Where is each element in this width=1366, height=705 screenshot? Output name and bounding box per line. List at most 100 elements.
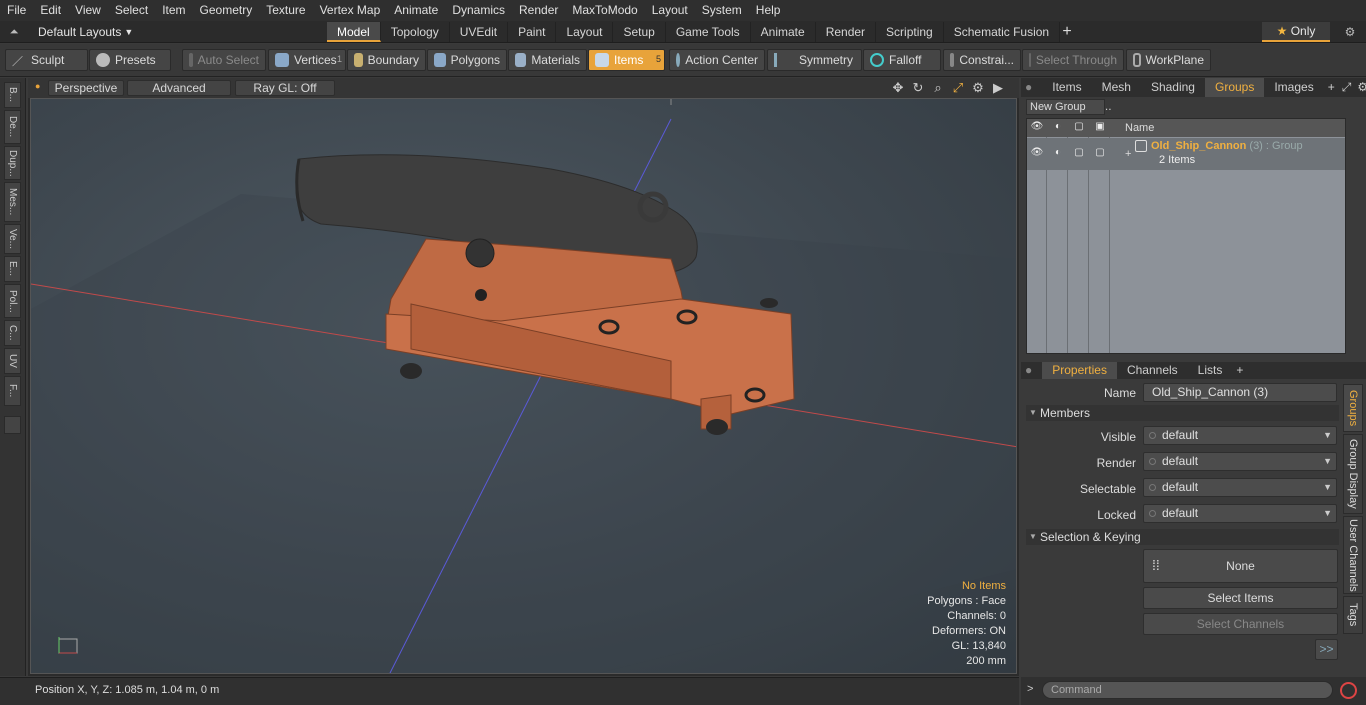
left-tab-mesh[interactable]: Mes... — [4, 182, 21, 222]
presets-button[interactable]: Presets — [89, 49, 171, 71]
selectable-dropdown[interactable]: default ▼ — [1143, 478, 1337, 497]
menu-select[interactable]: Select — [108, 0, 155, 21]
tab-items[interactable]: Items — [1042, 78, 1091, 97]
menu-render[interactable]: Render — [512, 0, 565, 21]
keying-none-button[interactable]: ⁞⁞ None — [1143, 549, 1338, 583]
left-tab-curve[interactable]: C... — [4, 320, 21, 346]
falloff-button[interactable]: Falloff — [863, 49, 941, 71]
tab-model[interactable]: Model — [327, 22, 381, 42]
select-through-button[interactable]: Select Through — [1022, 49, 1124, 71]
selection-keying-section[interactable]: Selection & Keying — [1026, 529, 1339, 545]
properties-menu-icon[interactable]: ● — [1021, 362, 1042, 379]
left-tab-uv[interactable]: UV — [4, 348, 21, 374]
panel-menu-icon[interactable]: ● — [1021, 78, 1042, 97]
side-tab-tags[interactable]: Tags — [1343, 596, 1363, 634]
menu-system[interactable]: System — [695, 0, 749, 21]
visibility-toggle-icon[interactable]: 👁 — [1030, 147, 1044, 161]
menu-file[interactable]: File — [0, 0, 33, 21]
panel-gear-icon[interactable]: ⚙ — [1354, 78, 1366, 97]
rotate-view-icon[interactable]: ↻ — [911, 80, 925, 96]
select-toggle-icon[interactable]: ▢ — [1093, 147, 1107, 161]
tab-mesh[interactable]: Mesh ... — [1092, 78, 1141, 113]
menu-texture[interactable]: Texture — [259, 0, 312, 21]
only-button[interactable]: ★ Only — [1262, 22, 1330, 42]
tab-schematic-fusion[interactable]: Schematic Fusion — [944, 22, 1061, 42]
menu-geometry[interactable]: Geometry — [193, 0, 260, 21]
tab-paint[interactable]: Paint — [508, 22, 557, 42]
record-icon[interactable] — [1340, 682, 1357, 699]
viewport-gear-icon[interactable]: ⚙ — [971, 80, 985, 96]
polygons-button[interactable]: Polygons — [427, 49, 507, 71]
menu-view[interactable]: View — [68, 0, 108, 21]
lock-icon[interactable]: ▢ — [1072, 121, 1086, 135]
menu-vertex-map[interactable]: Vertex Map — [313, 0, 388, 21]
symmetry-button[interactable]: Symmetry — [767, 49, 862, 71]
left-tab-polygon[interactable]: Pol... — [4, 284, 21, 318]
tab-game-tools[interactable]: Game Tools — [666, 22, 751, 42]
eye-icon[interactable]: 👁 — [1030, 121, 1044, 135]
render-toggle-icon[interactable]: ◐ — [1051, 147, 1065, 161]
render-dropdown[interactable]: default ▼ — [1143, 452, 1337, 471]
side-tab-group-display[interactable]: Group Display — [1343, 434, 1363, 514]
lock-toggle-icon[interactable]: ▢ — [1072, 147, 1086, 161]
command-input[interactable]: Command — [1042, 681, 1333, 699]
more-button[interactable]: >> — [1315, 639, 1338, 660]
tab-layout[interactable]: Layout — [556, 22, 614, 42]
select-channels-button[interactable]: Select Channels — [1143, 613, 1338, 635]
tab-properties[interactable]: Properties — [1042, 362, 1117, 379]
left-tab-extra[interactable] — [4, 416, 21, 434]
left-tab-basic[interactable]: B... — [4, 82, 21, 108]
viewport-play-icon[interactable]: ▶ — [991, 80, 1005, 96]
members-section[interactable]: Members — [1026, 405, 1339, 421]
visible-dropdown[interactable]: default ▼ — [1143, 426, 1337, 445]
new-group-button[interactable]: New Group — [1026, 99, 1105, 115]
render-icon[interactable]: ◐ — [1051, 121, 1065, 135]
tab-scripting[interactable]: Scripting — [876, 22, 944, 42]
tab-groups[interactable]: Groups — [1204, 78, 1265, 97]
sculpt-button[interactable]: ／ Sculpt — [5, 49, 88, 71]
menu-animate[interactable]: Animate — [387, 0, 445, 21]
vertices-button[interactable]: Vertices 1 — [268, 49, 346, 71]
items-button[interactable]: Items 5 — [588, 49, 665, 71]
left-tab-deform[interactable]: De... — [4, 110, 21, 144]
expand-icon[interactable]: ⤢ — [1339, 78, 1355, 97]
advanced-button[interactable]: Advanced — [127, 80, 231, 96]
tab-animate[interactable]: Animate — [751, 22, 816, 42]
name-field[interactable]: Old_Ship_Cannon (3) — [1143, 383, 1337, 402]
left-tab-edge[interactable]: E... — [4, 256, 21, 282]
tab-uvedit[interactable]: UVEdit — [450, 22, 509, 42]
side-tab-user-channels[interactable]: User Channels — [1343, 516, 1363, 594]
layout-dropdown[interactable]: ⏶ Default Layouts ▼ — [6, 22, 134, 42]
add-properties-tab-button[interactable]: + — [1232, 362, 1247, 379]
expand-toggle[interactable]: + — [1125, 148, 1131, 160]
fit-view-icon[interactable]: ⤢ — [951, 80, 965, 96]
gear-icon[interactable]: ⚙ — [1340, 22, 1360, 42]
zoom-icon[interactable]: ⌕ — [931, 80, 945, 96]
menu-layout[interactable]: Layout — [645, 0, 695, 21]
menu-edit[interactable]: Edit — [33, 0, 68, 21]
locked-dropdown[interactable]: default ▼ — [1143, 504, 1337, 523]
tab-render[interactable]: Render — [816, 22, 877, 42]
menu-maxtomodo[interactable]: MaxToModo — [565, 0, 644, 21]
tab-topology[interactable]: Topology — [381, 22, 450, 42]
add-panel-tab-button[interactable]: + — [1324, 78, 1339, 97]
menu-dynamics[interactable]: Dynamics — [445, 0, 512, 21]
tab-setup[interactable]: Setup — [613, 22, 666, 42]
action-center-button[interactable]: Action Center — [669, 49, 765, 71]
menu-item[interactable]: Item — [155, 0, 192, 21]
workplane-button[interactable]: WorkPlane — [1126, 49, 1211, 71]
select-items-button[interactable]: Select Items — [1143, 587, 1338, 609]
tab-shading[interactable]: Shading — [1141, 78, 1205, 97]
menu-help[interactable]: Help — [749, 0, 788, 21]
list-item[interactable]: 👁 ◐ ▢ ▢ + Old_Ship_Cannon (3) : Group 2 … — [1027, 138, 1345, 170]
left-tab-duplicate[interactable]: Dup... — [4, 146, 21, 180]
list-scrollbar[interactable] — [1350, 118, 1360, 354]
3d-viewport[interactable]: No Items Polygons : Face Channels: 0 Def… — [30, 98, 1017, 674]
materials-button[interactable]: Materials — [508, 49, 587, 71]
select-icon[interactable]: ▣ — [1093, 121, 1107, 135]
move-view-icon[interactable]: ✥ — [891, 80, 905, 96]
constraints-button[interactable]: Constrai... — [943, 49, 1021, 71]
tab-channels[interactable]: Channels — [1117, 362, 1188, 379]
perspective-button[interactable]: Perspective — [48, 80, 124, 96]
raygl-button[interactable]: Ray GL: Off — [235, 80, 335, 96]
